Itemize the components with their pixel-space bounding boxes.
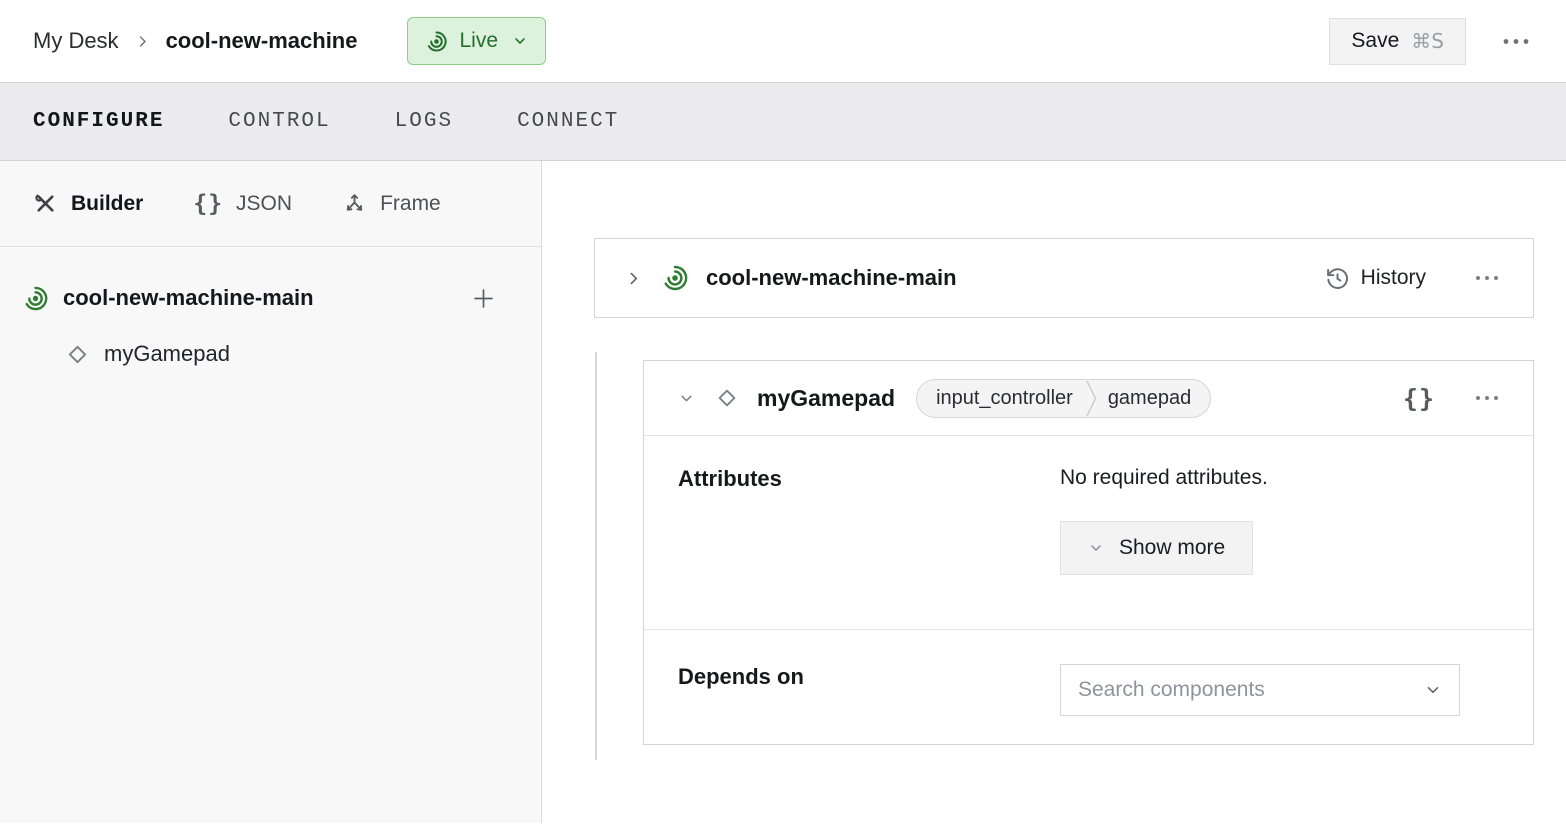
header-actions: Save ⌘S [1329, 18, 1536, 65]
chevron-down-icon [1424, 681, 1442, 699]
configure-content: Builder {} JSON Frame [0, 161, 1566, 823]
add-component-button[interactable] [466, 281, 501, 316]
search-components-placeholder: Search components [1078, 678, 1265, 702]
machine-live-icon [425, 30, 448, 53]
component-card-header: myGamepad input_controller gamepad {} [644, 361, 1533, 436]
view-builder[interactable]: Builder [33, 191, 143, 216]
breadcrumb-current: cool-new-machine [166, 28, 358, 54]
machine-part-icon [661, 264, 689, 292]
component-header-actions: {} [1403, 384, 1505, 413]
braces-icon: {} [1403, 384, 1435, 413]
depends-on-value: Search components [1060, 664, 1500, 744]
axes-icon [342, 191, 367, 216]
view-json[interactable]: {} JSON [193, 191, 292, 217]
search-components-select[interactable]: Search components [1060, 664, 1460, 716]
attributes-empty-text: No required attributes. [1060, 466, 1500, 490]
part-card-more-button[interactable] [1469, 269, 1505, 287]
resource-tree: cool-new-machine-main myGamepad [0, 247, 541, 379]
app-header: My Desk cool-new-machine Live Save ⌘S [0, 0, 1566, 82]
header-more-menu-button[interactable] [1496, 32, 1536, 51]
component-title: myGamepad [757, 385, 895, 412]
component-card: myGamepad input_controller gamepad {} A [643, 360, 1534, 745]
part-card-title: cool-new-machine-main [706, 265, 957, 291]
chevron-down-icon [1088, 540, 1104, 556]
nesting-connector-line [595, 352, 597, 760]
chevron-down-icon [512, 33, 528, 49]
tab-control[interactable]: CONTROL [228, 110, 330, 133]
config-main: cool-new-machine-main History [542, 161, 1566, 823]
view-frame-label: Frame [380, 192, 441, 216]
tree-item-machine-part[interactable]: cool-new-machine-main [0, 273, 541, 323]
ellipsis-icon [1475, 395, 1499, 401]
save-shortcut: ⌘S [1411, 29, 1444, 53]
view-json-label: JSON [236, 192, 292, 216]
tree-item-component[interactable]: myGamepad [0, 329, 541, 379]
live-status-dropdown[interactable]: Live [407, 17, 546, 65]
component-diamond-icon [64, 341, 91, 368]
component-more-button[interactable] [1469, 389, 1505, 407]
chevron-right-icon [625, 270, 642, 287]
part-card-expand-button[interactable] [623, 268, 644, 289]
ellipsis-icon [1475, 275, 1499, 281]
show-more-button[interactable]: Show more [1060, 521, 1253, 575]
ellipsis-icon [1502, 38, 1530, 45]
plus-icon [470, 285, 497, 312]
chevron-down-icon [678, 390, 695, 407]
machine-part-icon [22, 285, 49, 312]
sidebar: Builder {} JSON Frame [0, 161, 542, 823]
pill-divider-chevron [1086, 380, 1097, 417]
attributes-section: Attributes No required attributes. Show … [644, 436, 1533, 630]
breadcrumb-parent[interactable]: My Desk [33, 28, 119, 54]
component-model-label: gamepad [1108, 387, 1191, 410]
history-label: History [1361, 266, 1426, 290]
depends-on-section: Depends on Search components [644, 630, 1533, 744]
attributes-value: No required attributes. Show more [1060, 466, 1500, 629]
tab-logs[interactable]: LOGS [395, 110, 453, 133]
tree-component-label: myGamepad [104, 341, 230, 367]
machine-tabbar: CONFIGURE CONTROL LOGS CONNECT [0, 82, 1566, 161]
tools-icon [33, 191, 58, 216]
live-status-label: Live [459, 29, 498, 53]
tab-configure[interactable]: CONFIGURE [33, 110, 164, 133]
machine-part-card: cool-new-machine-main History [594, 238, 1534, 318]
component-diamond-icon [714, 385, 740, 411]
component-type-badge: input_controller gamepad [916, 379, 1211, 418]
view-frame[interactable]: Frame [342, 191, 441, 216]
view-switcher: Builder {} JSON Frame [0, 161, 541, 247]
chevron-right-icon [135, 34, 150, 49]
view-builder-label: Builder [71, 192, 143, 216]
component-collapse-button[interactable] [676, 388, 697, 409]
tree-part-label: cool-new-machine-main [63, 285, 314, 311]
component-api-label: input_controller [936, 387, 1073, 410]
show-more-label: Show more [1119, 536, 1225, 560]
depends-on-label: Depends on [678, 664, 1060, 744]
tab-connect[interactable]: CONNECT [517, 110, 619, 133]
save-button-label: Save [1351, 29, 1399, 53]
save-button[interactable]: Save ⌘S [1329, 18, 1466, 65]
attributes-label: Attributes [678, 466, 1060, 629]
component-json-button[interactable]: {} [1403, 384, 1435, 413]
braces-icon: {} [193, 191, 223, 217]
history-icon [1325, 266, 1350, 291]
history-button[interactable]: History [1325, 266, 1426, 291]
breadcrumb: My Desk cool-new-machine [33, 28, 357, 54]
